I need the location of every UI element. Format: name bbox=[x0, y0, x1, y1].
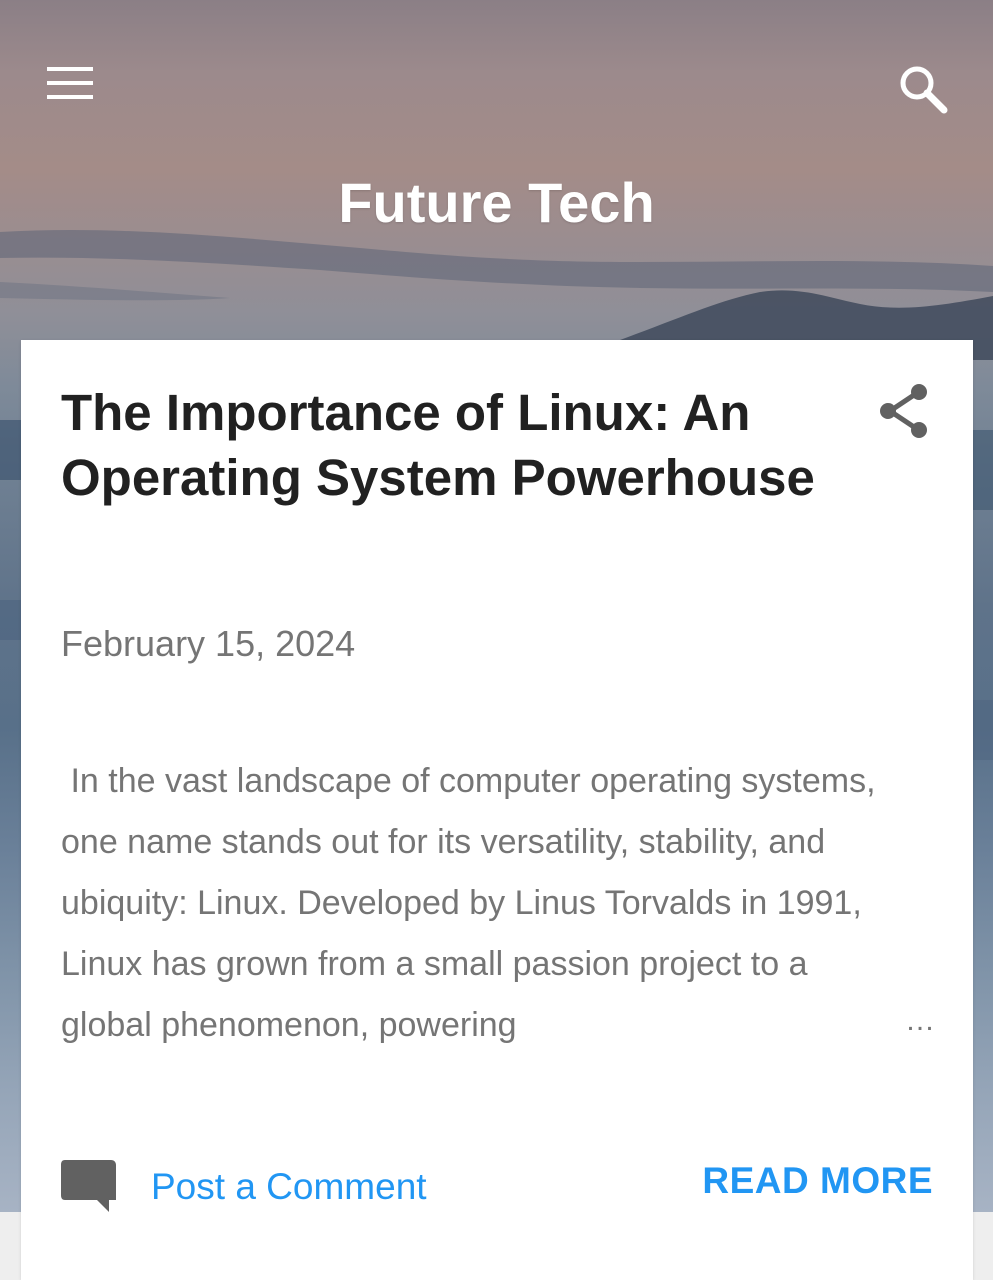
blog-title[interactable]: Future Tech bbox=[0, 170, 993, 235]
hamburger-menu-icon bbox=[47, 67, 93, 99]
snippet-ellipsis: … bbox=[905, 1004, 936, 1037]
menu-button[interactable] bbox=[40, 60, 102, 108]
share-icon bbox=[880, 384, 927, 438]
post-card: The Importance of Linux: An Operating Sy… bbox=[21, 340, 973, 1280]
post-title[interactable]: The Importance of Linux: An Operating Sy… bbox=[61, 380, 821, 510]
snippet-fade-overlay bbox=[791, 995, 891, 1056]
read-more-button[interactable]: READ MORE bbox=[702, 1160, 933, 1202]
post-snippet: In the vast landscape of computer operat… bbox=[61, 751, 893, 1056]
post-comment-link[interactable]: Post a Comment bbox=[61, 1152, 427, 1222]
search-button[interactable] bbox=[890, 56, 956, 122]
comment-icon bbox=[61, 1157, 121, 1217]
post-snippet-text: In the vast landscape of computer operat… bbox=[61, 762, 876, 1044]
search-icon bbox=[900, 66, 948, 114]
post-comment-label: Post a Comment bbox=[151, 1166, 427, 1207]
post-date[interactable]: February 15, 2024 bbox=[61, 623, 355, 665]
share-button[interactable] bbox=[873, 380, 935, 442]
